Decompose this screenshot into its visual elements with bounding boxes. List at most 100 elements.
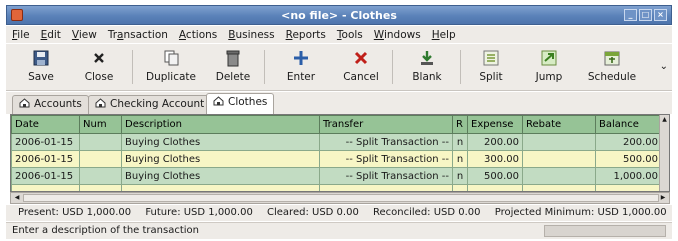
delete-icon xyxy=(226,50,240,67)
cell-expense[interactable]: 300.00 xyxy=(467,150,523,168)
cell-rebate[interactable] xyxy=(522,150,596,168)
tab-checking-account[interactable]: Checking Account xyxy=(88,95,212,114)
scroll-left-arrow-icon[interactable]: ◀ xyxy=(12,193,22,203)
column-header-rebate[interactable]: Rebate xyxy=(522,115,596,134)
status-message: Enter a description of the transaction xyxy=(12,225,200,236)
cell-description[interactable]: Buying Clothes xyxy=(121,167,320,185)
toolbar-separator xyxy=(264,50,265,84)
cell-reconciled[interactable]: n xyxy=(452,150,468,168)
account-summary-bar: Present: USD 1,000.00 Future: USD 1,000.… xyxy=(6,205,672,221)
column-header-reconciled[interactable]: R xyxy=(452,115,468,134)
cell-transfer[interactable]: -- Split Transaction -- xyxy=(319,133,453,151)
summary-present: Present: USD 1,000.00 xyxy=(18,207,132,218)
cell-date[interactable]: 2006-01-15 xyxy=(11,167,80,185)
cell-date[interactable]: 2006-01-15 xyxy=(11,133,80,151)
column-header-num[interactable]: Num xyxy=(79,115,122,134)
tab-accounts[interactable]: Accounts xyxy=(12,95,89,114)
menu-bar: File Edit View Transaction Actions Busin… xyxy=(6,26,672,43)
schedule-button[interactable]: Schedule xyxy=(582,49,642,89)
cell-rebate[interactable] xyxy=(522,184,596,191)
close-button[interactable]: Close xyxy=(74,49,124,89)
schedule-icon xyxy=(604,51,620,66)
cell-expense[interactable]: 500.00 xyxy=(467,167,523,185)
menu-view[interactable]: View xyxy=(72,29,97,41)
column-header-expense[interactable]: Expense xyxy=(467,115,523,134)
save-button[interactable]: Save xyxy=(16,49,66,89)
menu-file[interactable]: File xyxy=(12,29,30,41)
horizontal-scrollbar[interactable]: ◀ ▶ xyxy=(10,192,670,204)
delete-button[interactable]: Delete xyxy=(208,49,258,89)
cell-transfer[interactable]: -- Split Transaction -- xyxy=(319,150,453,168)
toolbar-overflow-chevron-icon[interactable]: ⌄ xyxy=(660,61,668,72)
scroll-right-arrow-icon[interactable]: ▶ xyxy=(658,193,668,203)
cell-num[interactable] xyxy=(79,167,122,185)
column-header-date[interactable]: Date xyxy=(11,115,80,134)
table-row[interactable]: 2006-01-15 Buying Clothes -- Split Trans… xyxy=(11,133,662,151)
cell-reconciled[interactable]: n xyxy=(452,133,468,151)
menu-business[interactable]: Business xyxy=(228,29,274,41)
blank-button[interactable]: Blank xyxy=(402,49,452,89)
summary-projected-minimum: Projected Minimum: USD 1,000.00 xyxy=(494,207,667,218)
table-row[interactable]: 2006-01-15 Buying Clothes -- Split Trans… xyxy=(11,150,662,168)
cell-transfer[interactable]: -- Split Transaction -- xyxy=(319,167,453,185)
window-title: <no file> - Clothes xyxy=(281,9,397,22)
menu-edit[interactable]: Edit xyxy=(41,29,61,41)
menu-transaction[interactable]: Transaction xyxy=(108,29,168,41)
scroll-up-arrow-icon[interactable]: ▲ xyxy=(660,115,669,125)
horizontal-scroll-thumb[interactable] xyxy=(23,194,659,202)
progress-bar xyxy=(544,225,666,237)
cell-balance xyxy=(595,184,662,191)
cell-balance: 1,000.00 xyxy=(595,167,662,185)
blank-transaction-row[interactable] xyxy=(11,184,662,191)
vertical-scrollbar[interactable]: ▲ xyxy=(659,115,669,191)
cell-description[interactable]: Buying Clothes xyxy=(121,133,320,151)
cell-balance: 200.00 xyxy=(595,133,662,151)
blank-icon xyxy=(421,51,433,65)
column-header-transfer[interactable]: Transfer xyxy=(319,115,453,134)
cancel-button[interactable]: Cancel xyxy=(336,49,386,89)
title-bar[interactable]: <no file> - Clothes _ □ × xyxy=(6,5,672,25)
toolbar-separator xyxy=(460,50,461,84)
cell-num[interactable] xyxy=(79,184,122,191)
menu-actions[interactable]: Actions xyxy=(179,29,217,41)
cell-reconciled[interactable] xyxy=(452,184,468,191)
cell-description[interactable]: Buying Clothes xyxy=(121,150,320,168)
cell-transfer[interactable] xyxy=(319,184,453,191)
table-row[interactable]: 2006-01-15 Buying Clothes -- Split Trans… xyxy=(11,167,662,185)
split-button[interactable]: Split xyxy=(468,49,514,89)
duplicate-button[interactable]: Duplicate xyxy=(140,49,202,89)
column-header-balance[interactable]: Balance xyxy=(595,115,662,134)
menu-reports[interactable]: Reports xyxy=(286,29,326,41)
summary-reconciled: Reconciled: USD 0.00 xyxy=(373,207,481,218)
cell-date[interactable] xyxy=(11,184,80,191)
account-tabs: Accounts Checking Account Clothes xyxy=(6,92,672,115)
menu-windows[interactable]: Windows xyxy=(374,29,421,41)
transaction-register[interactable]: Date Num Description Transfer R Expense … xyxy=(10,114,670,192)
cell-num[interactable] xyxy=(79,150,122,168)
close-icon xyxy=(94,53,104,63)
cell-num[interactable] xyxy=(79,133,122,151)
menu-tools[interactable]: Tools xyxy=(337,29,363,41)
cell-expense[interactable]: 200.00 xyxy=(467,133,523,151)
cell-rebate[interactable] xyxy=(522,133,596,151)
split-icon xyxy=(483,50,499,66)
maximize-button[interactable]: □ xyxy=(639,9,652,21)
cell-expense[interactable] xyxy=(467,184,523,191)
column-header-description[interactable]: Description xyxy=(121,115,320,134)
save-icon xyxy=(33,50,49,66)
cell-date[interactable]: 2006-01-15 xyxy=(11,150,80,168)
tab-clothes[interactable]: Clothes xyxy=(206,93,275,115)
summary-future: Future: USD 1,000.00 xyxy=(145,207,253,218)
cell-rebate[interactable] xyxy=(522,167,596,185)
jump-button[interactable]: Jump xyxy=(526,49,572,89)
minimize-button[interactable]: _ xyxy=(624,9,637,21)
cell-description[interactable] xyxy=(121,184,320,191)
jump-icon xyxy=(541,50,557,66)
toolbar-separator xyxy=(392,50,393,84)
cancel-icon xyxy=(354,51,368,65)
enter-button[interactable]: Enter xyxy=(276,49,326,89)
close-window-button[interactable]: × xyxy=(654,9,667,21)
window-controls: _ □ × xyxy=(624,9,667,21)
menu-help[interactable]: Help xyxy=(432,29,456,41)
cell-reconciled[interactable]: n xyxy=(452,167,468,185)
